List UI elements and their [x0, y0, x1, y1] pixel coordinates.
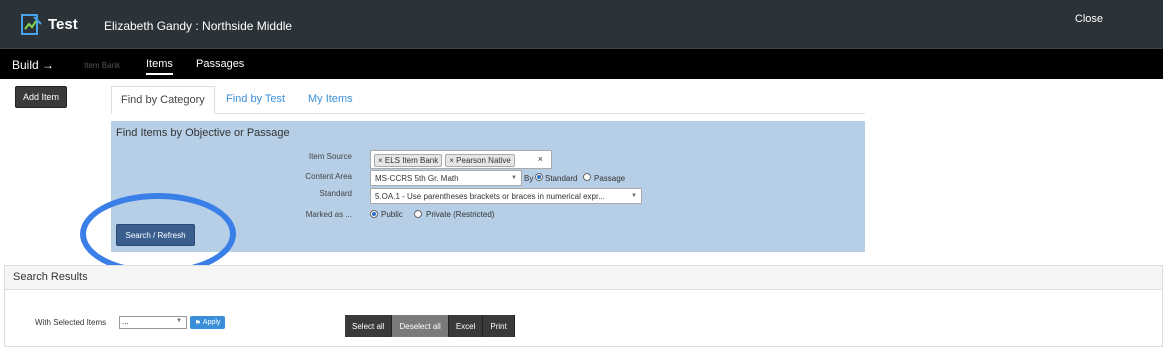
close-button[interactable]: Close [1075, 13, 1103, 25]
flag-icon: ⚑ [194, 319, 201, 327]
with-selected-label: With Selected Items [35, 318, 107, 327]
marked-public-label: Public [381, 210, 403, 219]
marked-as-label: Marked as ... [305, 210, 352, 219]
tab-find-by-category[interactable]: Find by Category [111, 86, 215, 114]
standard-value: 5.OA.1 - Use parentheses brackets or bra… [375, 192, 605, 201]
by-standard-label: Standard [545, 174, 578, 183]
search-results-title: Search Results [5, 266, 1162, 290]
highlight-circle [80, 193, 236, 275]
item-source-tag[interactable]: × Pearson Native [445, 154, 515, 167]
by-standard-radio[interactable] [535, 173, 543, 181]
panel-title: Find Items by Objective or Passage [116, 127, 290, 139]
chevron-down-icon: ▼ [511, 175, 517, 181]
chevron-down-icon: ▼ [631, 193, 637, 199]
app-title: Test [48, 16, 78, 33]
add-item-button[interactable]: Add Item [15, 86, 67, 108]
apply-button[interactable]: ⚑ Apply [190, 316, 225, 329]
tab-find-by-test[interactable]: Find by Test [217, 86, 294, 114]
nav-items[interactable]: Items [146, 58, 173, 75]
results-button-group: Select all Deselect all Excel Print [345, 315, 515, 337]
select-all-button[interactable]: Select all [345, 315, 393, 337]
excel-button[interactable]: Excel [448, 315, 484, 337]
item-source-field[interactable]: × ELS Item Bank × Pearson Native × [370, 150, 552, 169]
by-passage-radio[interactable] [583, 173, 591, 181]
apply-label: Apply [202, 319, 221, 326]
marked-private-label: Private (Restricted) [426, 210, 495, 219]
item-source-tag[interactable]: × ELS Item Bank [374, 154, 443, 167]
content-area-label: Content Area [305, 172, 352, 181]
marked-public-radio[interactable] [370, 210, 378, 218]
by-passage-label: Passage [594, 174, 626, 183]
nav-item-bank[interactable]: Item Bank [84, 61, 120, 70]
chevron-down-icon: ▼ [176, 318, 182, 324]
build-nav: Build → Item Bank Items Passages [0, 48, 1163, 79]
clear-icon[interactable]: × [538, 154, 543, 164]
deselect-all-button[interactable]: Deselect all [392, 315, 449, 337]
item-source-label: Item Source [308, 152, 352, 161]
tab-my-items[interactable]: My Items [299, 86, 362, 114]
marked-private-radio[interactable] [414, 210, 422, 218]
print-button[interactable]: Print [483, 315, 515, 337]
standard-label: Standard [319, 189, 352, 198]
top-header: Test Elizabeth Gandy : Northside Middle … [0, 0, 1163, 48]
content-area-select[interactable]: MS-CCRS 5th Gr. Math ▼ [370, 170, 522, 186]
user-school-label: Elizabeth Gandy : Northside Middle [104, 19, 293, 33]
with-selected-value: ... [122, 317, 129, 326]
content-area-value: MS-CCRS 5th Gr. Math [375, 174, 459, 183]
search-results-section: Search Results With Selected Items ... ▼… [4, 265, 1163, 347]
by-label: By [524, 174, 534, 183]
nav-passages[interactable]: Passages [196, 58, 244, 70]
with-selected-select[interactable]: ... ▼ [119, 316, 187, 329]
nav-build[interactable]: Build → [12, 58, 54, 72]
app-logo-icon [21, 14, 42, 35]
standard-select[interactable]: 5.OA.1 - Use parentheses brackets or bra… [370, 188, 642, 204]
